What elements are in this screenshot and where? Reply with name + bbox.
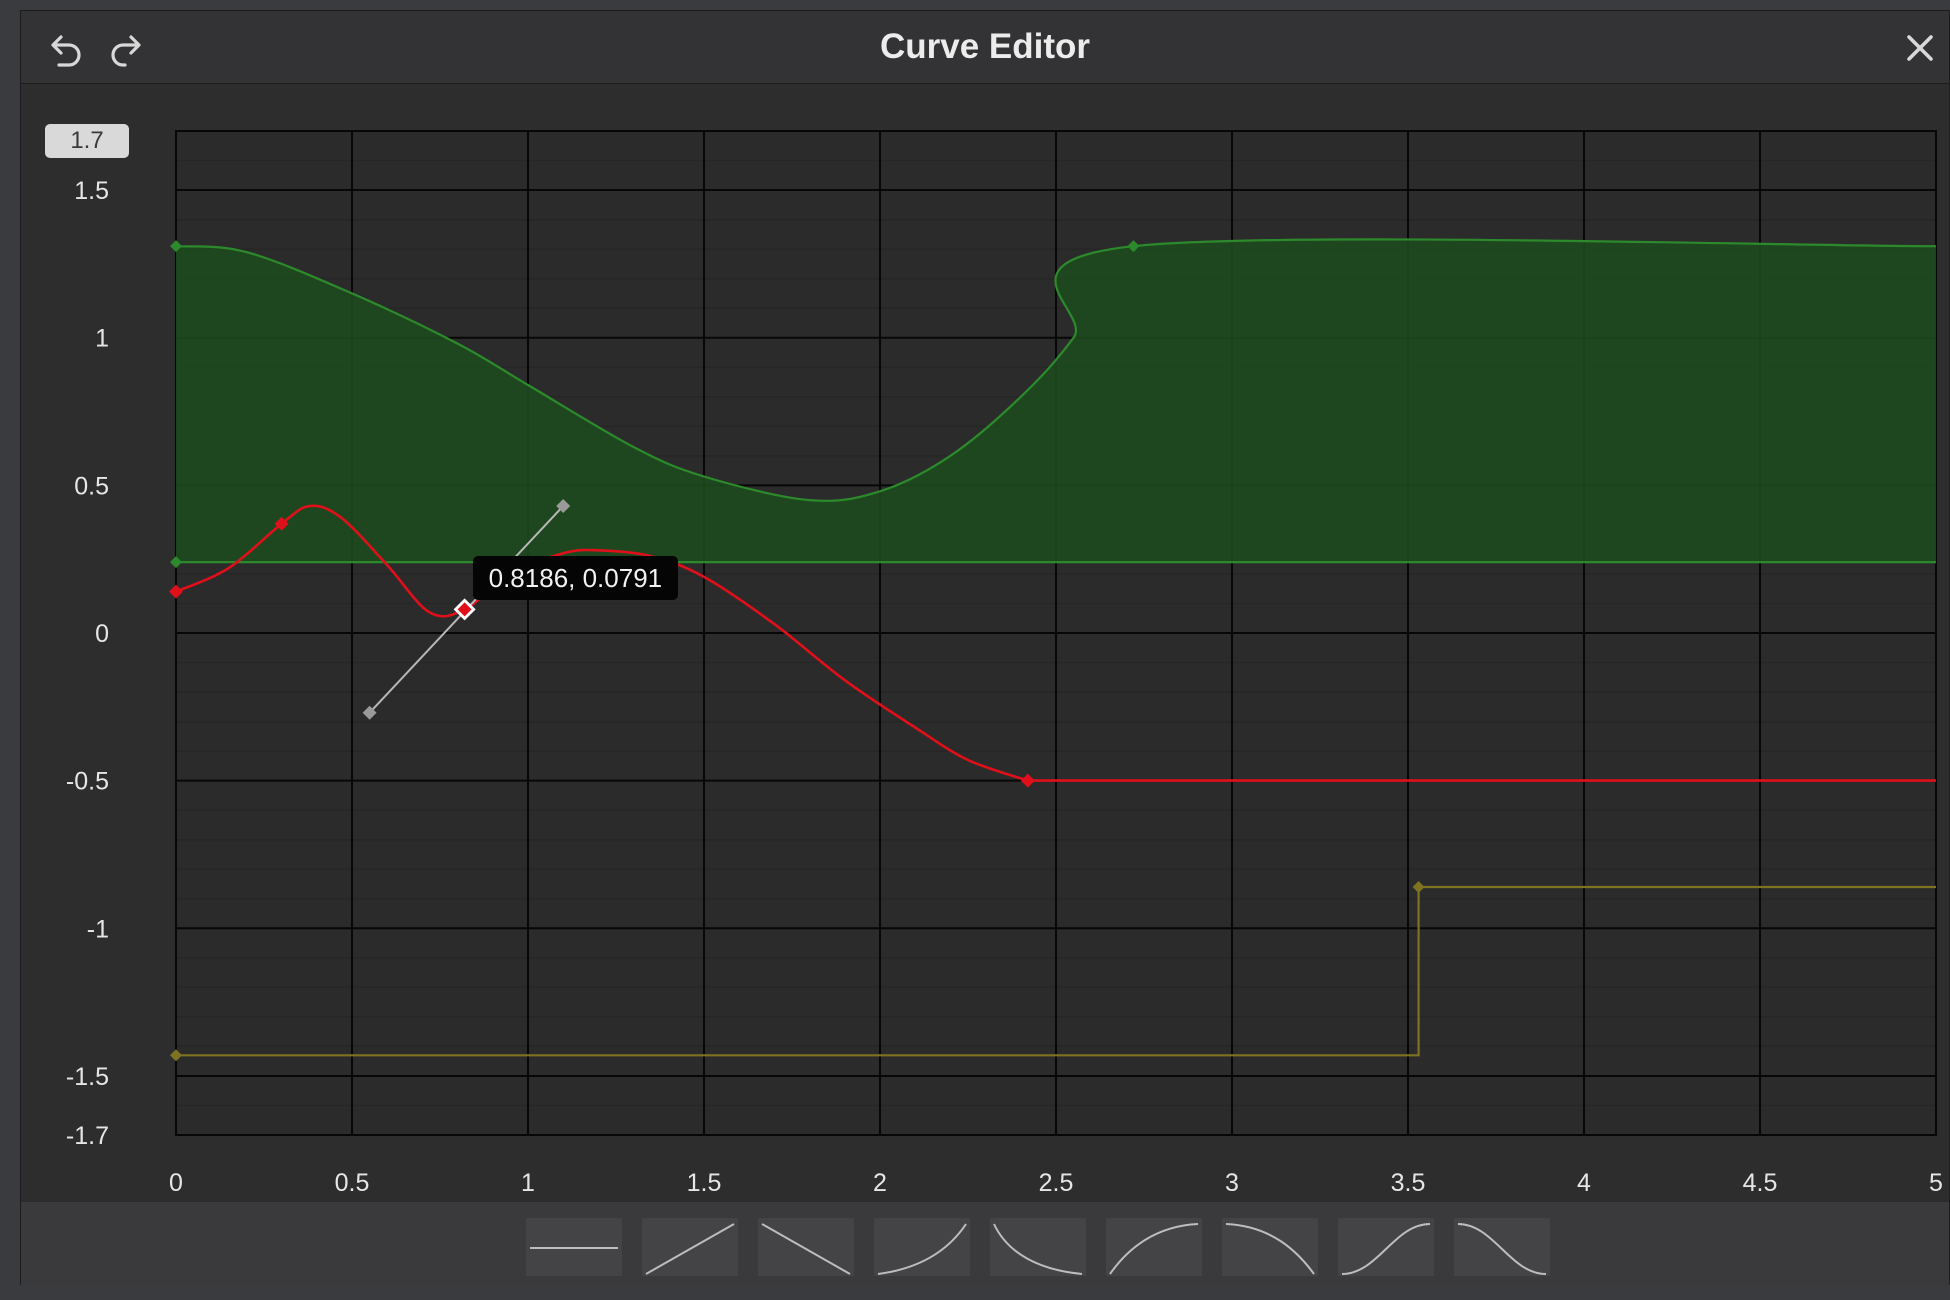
preset-linear-up-button[interactable] bbox=[642, 1218, 738, 1276]
preset-list bbox=[526, 1218, 1550, 1276]
preset-ease-in-up-button[interactable] bbox=[874, 1218, 970, 1276]
preset-ease-in-out-up-button[interactable] bbox=[1338, 1218, 1434, 1276]
key-value-tooltip: 0.8186, 0.0791 bbox=[472, 556, 679, 601]
preset-ease-in-up-icon bbox=[877, 1223, 967, 1275]
y-tick-label: 0.5 bbox=[74, 472, 109, 500]
curve-graph[interactable]: 0 0.5 1 1.5 2 2.5 3 3.5 4 4.5 5 1.5 1 0.5 0 -0.5 -1 -1.5 -… bbox=[21, 84, 1950, 1209]
curve-editor-window: Curve Editor 0 0.5 1 1.5 2 2.5 3 3.5 4 4.5 5 1.5 1 0.… bbox=[20, 10, 1950, 1286]
x-tick-label: 2.5 bbox=[1039, 1169, 1074, 1197]
redo-icon bbox=[111, 35, 141, 67]
x-tick-label: 0.5 bbox=[335, 1169, 370, 1197]
preset-ease-in-down-icon bbox=[993, 1223, 1083, 1275]
x-tick-label: 3 bbox=[1225, 1169, 1239, 1197]
preset-constant-icon bbox=[530, 1247, 618, 1249]
close-icon bbox=[1907, 35, 1933, 61]
close-button[interactable] bbox=[1897, 25, 1943, 71]
title-bar: Curve Editor bbox=[21, 11, 1949, 84]
preset-linear-up-icon bbox=[645, 1223, 735, 1275]
x-tick-label: 4.5 bbox=[1743, 1169, 1778, 1197]
x-tick-label: 0 bbox=[169, 1169, 183, 1197]
y-tick-label: -1.7 bbox=[66, 1122, 109, 1150]
preset-ease-in-out-up-icon bbox=[1341, 1223, 1431, 1275]
y-tick-label: 0 bbox=[95, 620, 109, 648]
preset-linear-down-icon bbox=[761, 1223, 851, 1275]
preset-constant-button[interactable] bbox=[526, 1218, 622, 1276]
undo-button[interactable] bbox=[41, 25, 87, 71]
x-tick-label: 3.5 bbox=[1391, 1169, 1426, 1197]
x-tick-label: 1.5 bbox=[687, 1169, 722, 1197]
preset-linear-down-button[interactable] bbox=[758, 1218, 854, 1276]
preset-bar bbox=[21, 1201, 1949, 1286]
y-max-field[interactable] bbox=[45, 124, 129, 158]
y-tick-label: 1.5 bbox=[74, 177, 109, 205]
x-tick-label: 2 bbox=[873, 1169, 887, 1197]
y-tick-label: 1 bbox=[95, 325, 109, 353]
y-tick-label: -1.5 bbox=[66, 1063, 109, 1091]
y-tick-label: -0.5 bbox=[66, 768, 109, 796]
preset-ease-in-out-down-button[interactable] bbox=[1454, 1218, 1550, 1276]
preset-ease-out-up-button[interactable] bbox=[1106, 1218, 1202, 1276]
x-tick-label: 1 bbox=[521, 1169, 535, 1197]
redo-button[interactable] bbox=[105, 25, 151, 71]
preset-ease-in-out-down-icon bbox=[1457, 1223, 1547, 1275]
undo-icon bbox=[51, 35, 81, 67]
x-tick-label: 5 bbox=[1929, 1169, 1943, 1197]
preset-ease-out-down-button[interactable] bbox=[1222, 1218, 1318, 1276]
preset-ease-out-down-icon bbox=[1225, 1223, 1315, 1275]
x-tick-label: 4 bbox=[1577, 1169, 1591, 1197]
preset-ease-out-up-icon bbox=[1109, 1223, 1199, 1275]
y-tick-label: -1 bbox=[87, 915, 109, 943]
curve-graph-area[interactable]: 0 0.5 1 1.5 2 2.5 3 3.5 4 4.5 5 1.5 1 0.5 0 -0.5 -1 -1.5 -… bbox=[21, 84, 1950, 1209]
window-title: Curve Editor bbox=[879, 27, 1091, 66]
preset-ease-in-down-button[interactable] bbox=[990, 1218, 1086, 1276]
